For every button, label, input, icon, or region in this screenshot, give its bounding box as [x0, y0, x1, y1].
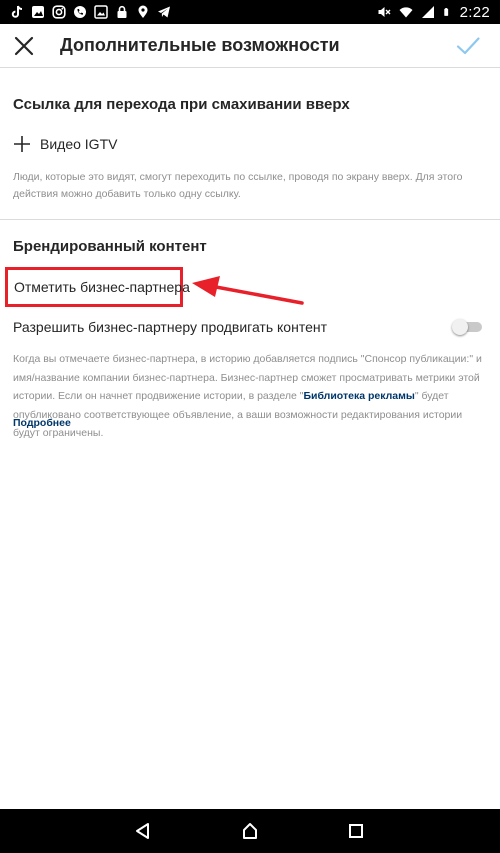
navigation-bar [0, 809, 500, 853]
mute-icon [378, 7, 391, 17]
back-icon[interactable] [133, 821, 153, 841]
signal-icon [421, 6, 434, 18]
add-igtv-video-button[interactable]: Видео IGTV [13, 132, 117, 156]
allow-promote-row: Разрешить бизнес-партнеру продвигать кон… [0, 315, 500, 339]
status-bar: 2:22 [0, 0, 500, 24]
tiktok-icon [11, 5, 23, 18]
allow-promote-toggle[interactable] [452, 319, 484, 335]
system-status-icons: 2:22 [377, 2, 490, 22]
tag-business-partner-label: Отметить бизнес-партнера [14, 279, 190, 295]
tag-business-partner-button[interactable]: Отметить бизнес-партнера [5, 267, 190, 307]
learn-more-link[interactable]: Подробнее [13, 417, 71, 429]
recents-icon[interactable] [346, 821, 366, 841]
instagram-icon [52, 5, 66, 19]
igtv-video-label: Видео IGTV [40, 136, 118, 152]
check-icon[interactable] [454, 32, 482, 60]
allow-promote-label: Разрешить бизнес-партнеру продвигать кон… [13, 319, 328, 335]
telegram-icon [158, 6, 170, 18]
gallery-icon [32, 6, 44, 18]
clock-time: 2:22 [459, 3, 490, 21]
image-icon [94, 5, 108, 19]
plus-icon [14, 136, 30, 152]
close-icon[interactable] [10, 32, 38, 60]
branded-content-heading: Брендированный контент [13, 238, 207, 255]
annotation-arrow-icon [192, 276, 304, 305]
battery-icon [443, 8, 448, 16]
branded-content-description: Когда вы отмечаете бизнес-партнера, в ис… [13, 350, 487, 443]
wifi-icon [399, 7, 413, 18]
lock-icon [117, 5, 127, 18]
toggle-thumb [452, 319, 468, 335]
swipe-link-description: Люди, которые это видят, смогут переходи… [13, 171, 463, 200]
ad-library-link[interactable]: Библиотека рекламы [303, 390, 414, 402]
phone-call-icon [74, 6, 86, 18]
page-title: Дополнительные возможности [60, 35, 340, 55]
app-header: Дополнительные возможности [0, 24, 500, 68]
section-divider [0, 219, 500, 220]
home-icon[interactable] [240, 821, 260, 841]
location-icon [138, 5, 148, 18]
swipe-link-heading: Ссылка для перехода при смахивании вверх [13, 96, 350, 113]
notification-icons [10, 4, 171, 20]
